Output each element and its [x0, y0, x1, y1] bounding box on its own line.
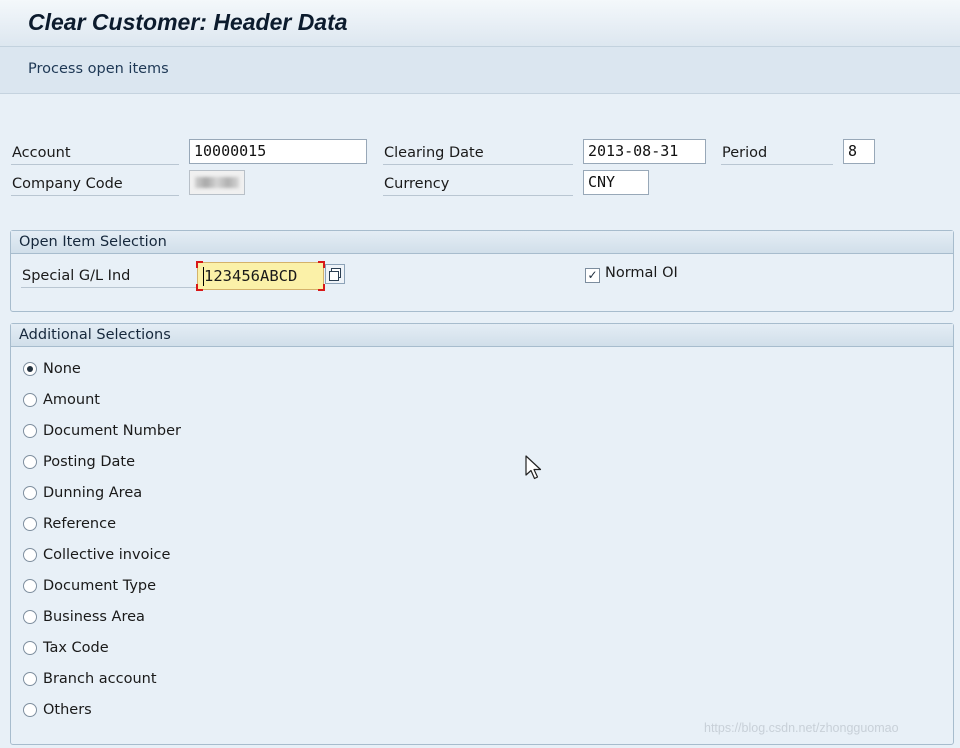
radio-button[interactable]	[23, 393, 37, 407]
watermark: https://blog.csdn.net/zhongguomao	[704, 721, 899, 735]
redacted-value	[195, 177, 239, 188]
process-open-items-button[interactable]: Process open items	[28, 61, 169, 77]
page-title: Clear Customer: Header Data	[28, 9, 348, 35]
radio-button[interactable]	[23, 455, 37, 469]
clearing-date-label: Clearing Date	[383, 141, 573, 165]
radio-button[interactable]	[23, 424, 37, 438]
radio-label: Business Area	[43, 609, 145, 625]
special-gl-ind-field[interactable]: 123456ABCD	[196, 261, 325, 291]
radio-button[interactable]	[23, 641, 37, 655]
application-toolbar: Process open items	[0, 47, 960, 94]
mouse-pointer-icon	[525, 455, 542, 480]
focus-corner	[318, 261, 325, 268]
radio-label: Dunning Area	[43, 485, 143, 501]
company-code-label: Company Code	[11, 172, 179, 196]
open-item-selection-title: Open Item Selection	[11, 231, 953, 254]
normal-oi-label: Normal OI	[605, 265, 678, 281]
account-field[interactable]: 10000015	[189, 139, 367, 164]
radio-button[interactable]	[23, 610, 37, 624]
currency-label: Currency	[383, 172, 573, 196]
period-field[interactable]: 8	[843, 139, 875, 164]
radio-button[interactable]	[23, 486, 37, 500]
radio-label: Document Number	[43, 423, 181, 439]
clearing-date-field[interactable]: 2013-08-31	[583, 139, 706, 164]
period-label: Period	[721, 141, 833, 165]
text-caret	[203, 267, 204, 286]
radio-label: Reference	[43, 516, 117, 532]
radio-button[interactable]	[23, 579, 37, 593]
radio-label: None	[43, 361, 81, 377]
additional-selections-title: Additional Selections	[11, 324, 953, 347]
focus-corner	[318, 284, 325, 291]
radio-label: Tax Code	[43, 640, 109, 656]
currency-field[interactable]: CNY	[583, 170, 649, 195]
radio-label: Branch account	[43, 671, 157, 687]
radio-label: Document Type	[43, 578, 157, 594]
focus-corner	[196, 284, 203, 291]
account-label: Account	[11, 141, 179, 165]
radio-label: Amount	[43, 392, 100, 408]
radio-label: Others	[43, 702, 92, 718]
special-gl-ind-label: Special G/L Ind	[21, 264, 197, 288]
radio-button[interactable]	[23, 672, 37, 686]
special-gl-ind-value: 123456ABCD	[204, 267, 298, 285]
copy-window-icon[interactable]	[325, 264, 345, 284]
radio-button[interactable]	[23, 362, 37, 376]
radio-button[interactable]	[23, 548, 37, 562]
radio-button[interactable]	[23, 517, 37, 531]
radio-label: Posting Date	[43, 454, 136, 470]
radio-button[interactable]	[23, 703, 37, 717]
normal-oi-checkbox[interactable]: ✓	[585, 268, 600, 283]
radio-label: Collective invoice	[43, 547, 171, 563]
company-code-field[interactable]	[189, 170, 245, 195]
title-bar: Clear Customer: Header Data	[0, 0, 960, 47]
focus-corner	[196, 261, 203, 268]
